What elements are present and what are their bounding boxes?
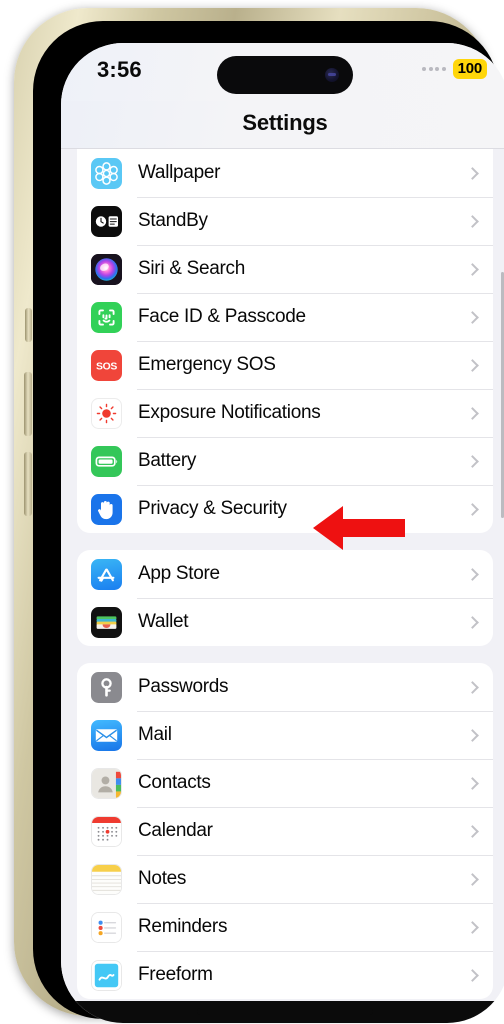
settings-row-contacts[interactable]: Contacts (77, 759, 493, 807)
chevron-right-icon (466, 454, 479, 468)
wallet-icon (91, 606, 122, 638)
status-bar-time: 3:56 (97, 57, 142, 82)
settings-row-wallpaper[interactable]: Wallpaper (77, 149, 493, 197)
settings-row-label: Wallet (138, 611, 189, 632)
battery-status-badge: 100 (452, 59, 487, 80)
siri-icon (91, 253, 122, 285)
calendar-icon (91, 815, 122, 847)
app-store-icon (91, 558, 122, 590)
privacy-hand-icon (91, 493, 122, 525)
screenshot-canvas: 3:56 100 Settings Wallpaper StandBy Siri… (0, 0, 504, 1024)
settings-row-privacy-security[interactable]: Privacy & Security (77, 485, 493, 533)
phone-screen: 3:56 100 Settings Wallpaper StandBy Siri… (61, 43, 504, 1023)
face-id-icon (91, 301, 122, 333)
chevron-right-icon (466, 358, 479, 372)
chevron-right-icon (466, 824, 479, 838)
home-indicator[interactable] (197, 1008, 373, 1015)
chevron-right-icon (466, 872, 479, 886)
status-bar-right: 100 (422, 59, 487, 80)
settings-row-label: Calendar (138, 820, 213, 841)
chevron-right-icon (466, 680, 479, 694)
battery-icon (91, 445, 122, 477)
settings-row-label: Face ID & Passcode (138, 306, 306, 327)
chevron-right-icon (466, 968, 479, 982)
settings-row-label: StandBy (138, 210, 208, 231)
settings-row-label: Contacts (138, 772, 211, 793)
settings-row-label: Battery (138, 450, 197, 471)
settings-row-wallet[interactable]: Wallet (77, 598, 493, 646)
volume-up-button[interactable] (24, 372, 32, 436)
group-system: Wallpaper StandBy Siri & Search Face ID … (77, 149, 493, 533)
front-camera-icon (325, 68, 339, 82)
chevron-right-icon (466, 728, 479, 742)
wallpaper-icon (91, 157, 122, 189)
settings-row-label: Exposure Notifications (138, 402, 321, 423)
volume-down-button[interactable] (24, 452, 32, 516)
chevron-right-icon (466, 262, 479, 276)
settings-row-label: Privacy & Security (138, 498, 287, 519)
settings-row-label: Emergency SOS (138, 354, 276, 375)
settings-row-label: Reminders (138, 916, 228, 937)
action-button[interactable] (25, 308, 32, 342)
settings-row-calendar[interactable]: Calendar (77, 807, 493, 855)
settings-row-face-id-passcode[interactable]: Face ID & Passcode (77, 293, 493, 341)
passwords-key-icon (91, 671, 122, 703)
settings-row-exposure-notifications[interactable]: Exposure Notifications (77, 389, 493, 437)
signal-strength-icon (422, 67, 446, 72)
settings-row-label: Notes (138, 868, 187, 889)
settings-row-label: Wallpaper (138, 162, 221, 183)
reminders-icon (91, 911, 122, 943)
notes-icon (91, 863, 122, 895)
page-title: Settings (242, 110, 328, 135)
svg-text:SOS: SOS (96, 361, 117, 372)
settings-row-emergency-sos[interactable]: SOS Emergency SOS (77, 341, 493, 389)
settings-row-label: App Store (138, 563, 220, 584)
group-store: App Store Wallet (77, 550, 493, 646)
exposure-notifications-icon (91, 397, 122, 429)
chevron-right-icon (466, 166, 479, 180)
navigation-bar: Settings (61, 101, 504, 149)
mail-icon (91, 719, 122, 751)
settings-list[interactable]: Wallpaper StandBy Siri & Search Face ID … (61, 149, 504, 1023)
settings-row-label: Passwords (138, 676, 229, 697)
phone-frame: 3:56 100 Settings Wallpaper StandBy Siri… (14, 8, 504, 1023)
chevron-right-icon (466, 567, 479, 581)
chevron-right-icon (466, 502, 479, 516)
settings-row-label: Siri & Search (138, 258, 245, 279)
freeform-icon (91, 959, 122, 991)
settings-row-standby[interactable]: StandBy (77, 197, 493, 245)
settings-row-notes[interactable]: Notes (77, 855, 493, 903)
settings-row-label: Freeform (138, 964, 213, 985)
chevron-right-icon (466, 615, 479, 629)
settings-row-mail[interactable]: Mail (77, 711, 493, 759)
settings-row-siri-search[interactable]: Siri & Search (77, 245, 493, 293)
settings-row-passwords[interactable]: Passwords (77, 663, 493, 711)
phone-bezel: 3:56 100 Settings Wallpaper StandBy Siri… (33, 21, 504, 1023)
settings-row-app-store[interactable]: App Store (77, 550, 493, 598)
chevron-right-icon (466, 214, 479, 228)
contacts-icon (91, 767, 122, 799)
chevron-right-icon (466, 776, 479, 790)
dynamic-island (217, 56, 353, 94)
emergency-sos-icon: SOS (91, 349, 122, 381)
settings-row-reminders[interactable]: Reminders (77, 903, 493, 951)
settings-row-label: Mail (138, 724, 172, 745)
chevron-right-icon (466, 310, 479, 324)
group-apps: Passwords Mail Contacts Calendar Notes R… (77, 663, 493, 999)
chevron-right-icon (466, 920, 479, 934)
settings-row-freeform[interactable]: Freeform (77, 951, 493, 999)
settings-row-battery[interactable]: Battery (77, 437, 493, 485)
standby-icon (91, 205, 122, 237)
chevron-right-icon (466, 406, 479, 420)
